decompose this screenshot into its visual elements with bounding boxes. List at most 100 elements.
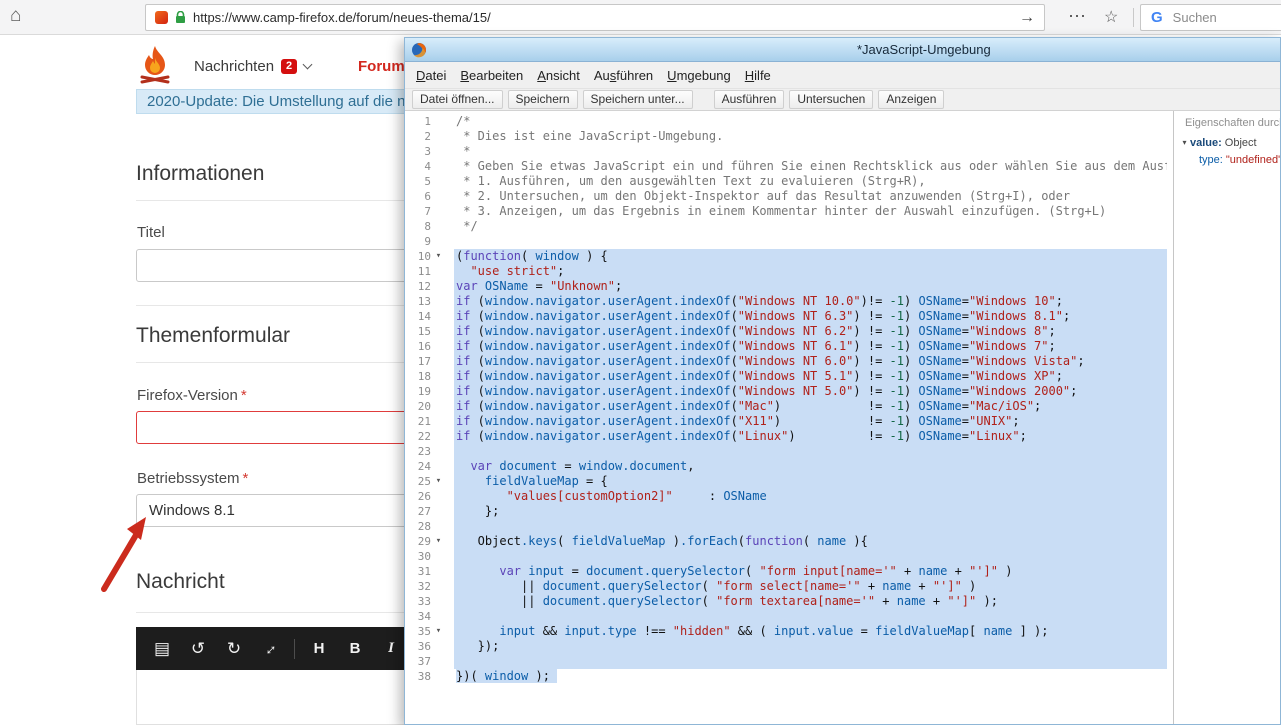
code-line[interactable]: * Geben Sie etwas JavaScript ein und füh… [454, 159, 1167, 174]
toolbar-display-button[interactable]: Anzeigen [878, 90, 944, 109]
code-line[interactable]: || document.querySelector( "form select[… [454, 579, 1167, 594]
code-line[interactable]: || document.querySelector( "form textare… [454, 594, 1167, 609]
redo-icon[interactable]: ↻ [216, 639, 252, 659]
code-line[interactable]: * Dies ist eine JavaScript-Umgebung. [454, 129, 1167, 144]
nav-forum-link[interactable]: Forum [358, 58, 405, 75]
line-number: 34 [405, 609, 431, 624]
menu-datei[interactable]: Datei [409, 65, 453, 86]
toolbar-open-button[interactable]: Datei öffnen... [412, 90, 503, 109]
toolbar-inspect-button[interactable]: Untersuchen [789, 90, 873, 109]
campfire-logo-icon[interactable] [136, 44, 174, 84]
inspector-row[interactable]: ▾value:Object [1174, 134, 1280, 151]
code-line[interactable] [454, 654, 1167, 669]
code-line[interactable]: if (window.navigator.userAgent.indexOf("… [454, 354, 1167, 369]
heading-icon[interactable]: H [301, 640, 337, 657]
code-line[interactable]: var document = window.document, [454, 459, 1167, 474]
firefox-icon [411, 42, 427, 58]
code-line[interactable]: */ [454, 219, 1167, 234]
gutter-line: 34 [405, 609, 449, 624]
search-bar[interactable]: G Suchen [1140, 4, 1281, 31]
fold-marker-icon[interactable]: ▾ [431, 249, 446, 264]
search-placeholder[interactable]: Suchen [1173, 10, 1217, 25]
code-line[interactable]: "use strict"; [454, 264, 1167, 279]
bookmark-star-icon[interactable]: ☆ [1104, 7, 1118, 27]
code-line[interactable]: if (window.navigator.userAgent.indexOf("… [454, 309, 1167, 324]
menu-hilfe[interactable]: Hilfe [738, 65, 778, 86]
code-lines[interactable]: /* * Dies ist eine JavaScript-Umgebung. … [449, 111, 1167, 724]
code-line[interactable]: if (window.navigator.userAgent.indexOf("… [454, 414, 1167, 429]
code-line[interactable]: var OSName = "Unknown"; [454, 279, 1167, 294]
template-icon[interactable]: ▤ [144, 639, 180, 659]
line-number: 35 [405, 624, 431, 639]
menu-umgebung[interactable]: Umgebung [660, 65, 738, 86]
bold-icon[interactable]: B [337, 640, 373, 657]
menu-bearbeiten[interactable]: Bearbeiten [453, 65, 530, 86]
undo-icon[interactable]: ↺ [180, 639, 216, 659]
code-line[interactable] [454, 549, 1167, 564]
code-line[interactable]: if (window.navigator.userAgent.indexOf("… [454, 399, 1167, 414]
toolbar-saveas-button[interactable]: Speichern unter... [583, 90, 693, 109]
code-line[interactable]: input && input.type !== "hidden" && ( in… [454, 624, 1167, 639]
gutter-line: 24 [405, 459, 449, 474]
code-line[interactable]: }; [454, 504, 1167, 519]
inspector-panel: Eigenschaften durchsuchen ▾value:Objectt… [1173, 111, 1280, 724]
code-line[interactable] [454, 234, 1167, 249]
scratchpad-titlebar[interactable]: *JavaScript-Umgebung [405, 38, 1280, 62]
gutter-line: 32 [405, 579, 449, 594]
code-line[interactable]: }); [454, 639, 1167, 654]
code-line[interactable]: Object.keys( fieldValueMap ).forEach(fun… [454, 534, 1167, 549]
fullscreen-icon[interactable]: ↔ [251, 629, 289, 667]
gutter-line: 2 [405, 129, 449, 144]
gutter-line: 21 [405, 414, 449, 429]
fold-marker-icon[interactable]: ▾ [431, 534, 446, 549]
url-bar[interactable]: https://www.camp-firefox.de/forum/neues-… [145, 4, 1045, 31]
code-line[interactable]: if (window.navigator.userAgent.indexOf("… [454, 384, 1167, 399]
code-line[interactable]: })( window ); [454, 669, 1167, 684]
fold-spacer [431, 309, 446, 324]
message-toolbar: ▤↺↻↔HBI [136, 627, 436, 670]
gutter-line: 16 [405, 339, 449, 354]
code-line[interactable]: if (window.navigator.userAgent.indexOf("… [454, 324, 1167, 339]
overflow-menu-icon[interactable]: ⋯ [1068, 6, 1087, 27]
code-line[interactable]: * 1. Ausführen, um den ausgewählten Text… [454, 174, 1167, 189]
code-line[interactable]: "values[customOption2]" : OSName [454, 489, 1167, 504]
inspector-filter[interactable]: Eigenschaften durchsuchen [1174, 114, 1280, 134]
home-icon[interactable]: ⌂ [10, 5, 21, 27]
code-line[interactable] [454, 519, 1167, 534]
gutter-line: 12 [405, 279, 449, 294]
code-line[interactable]: if (window.navigator.userAgent.indexOf("… [454, 369, 1167, 384]
fold-spacer [431, 489, 446, 504]
nav-messages[interactable]: Nachrichten 2 [194, 58, 311, 75]
code-line[interactable]: if (window.navigator.userAgent.indexOf("… [454, 429, 1167, 444]
code-line[interactable]: /* [454, 114, 1167, 129]
fold-spacer [431, 564, 446, 579]
inspector-row[interactable]: type:"undefined" [1174, 151, 1280, 168]
code-line[interactable]: var input = document.querySelector( "for… [454, 564, 1167, 579]
fold-spacer [431, 504, 446, 519]
code-line[interactable]: * 2. Untersuchen, um den Objekt-Inspekto… [454, 189, 1167, 204]
code-line[interactable] [454, 444, 1167, 459]
message-editor-area[interactable] [136, 670, 436, 725]
line-number: 13 [405, 294, 431, 309]
line-number: 1 [405, 114, 431, 129]
menu-ansicht[interactable]: Ansicht [530, 65, 587, 86]
fold-spacer [431, 549, 446, 564]
twisty-icon[interactable]: ▾ [1179, 138, 1190, 147]
go-arrow-icon[interactable]: → [1019, 9, 1035, 27]
code-line[interactable]: * 3. Anzeigen, um das Ergebnis in einem … [454, 204, 1167, 219]
toolbar-save-button[interactable]: Speichern [508, 90, 578, 109]
code-line[interactable]: if (window.navigator.userAgent.indexOf("… [454, 294, 1167, 309]
code-line[interactable]: fieldValueMap = { [454, 474, 1167, 489]
fold-marker-icon[interactable]: ▾ [431, 474, 446, 489]
code-line[interactable]: (function( window ) { [454, 249, 1167, 264]
fold-marker-icon[interactable]: ▾ [431, 624, 446, 639]
menu-ausfuehren[interactable]: Ausführen [587, 65, 660, 86]
line-number: 26 [405, 489, 431, 504]
url-text[interactable]: https://www.camp-firefox.de/forum/neues-… [193, 10, 1012, 25]
code-line[interactable]: * [454, 144, 1167, 159]
scratchpad-window: *JavaScript-Umgebung DateiBearbeitenAnsi… [404, 37, 1281, 725]
toolbar-run-button[interactable]: Ausführen [714, 90, 785, 109]
code-line[interactable] [454, 609, 1167, 624]
code-line[interactable]: if (window.navigator.userAgent.indexOf("… [454, 339, 1167, 354]
fold-spacer [431, 264, 446, 279]
